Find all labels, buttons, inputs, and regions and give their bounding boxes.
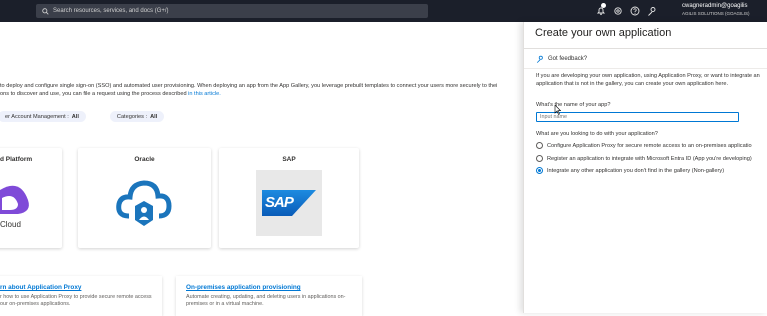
gallery-description: to deploy and configure single sign-on (…: [0, 82, 520, 98]
option-non-gallery[interactable]: Integrate any other application you don'…: [536, 167, 724, 174]
option-configure-app-proxy[interactable]: Configure Application Proxy for secure r…: [536, 142, 752, 149]
create-app-panel: Create your own application Got feedback…: [523, 22, 767, 313]
filter-categories[interactable]: Categories : All: [109, 111, 165, 122]
promo-title-link[interactable]: rn about Application Proxy: [0, 284, 81, 291]
radio-button-selected[interactable]: [536, 167, 543, 174]
option-label: Register an application to integrate wit…: [547, 155, 752, 162]
filter-label: er Account Management :: [5, 113, 69, 120]
option-label: Integrate any other application you don'…: [547, 167, 725, 174]
feedback-label: Got feedback?: [548, 56, 588, 62]
feedback-person-icon[interactable]: [647, 6, 657, 16]
mouse-cursor-icon: [554, 105, 561, 115]
account-organization: AGILIS SOLUTIONS (GOAGILIS): [682, 11, 750, 16]
gallery-card-cloud-platform[interactable]: d Platform Cloud: [0, 148, 62, 248]
option-label: Configure Application Proxy for secure r…: [547, 142, 752, 149]
cloud-logo-text: Cloud: [0, 220, 21, 229]
feedback-person-icon: [536, 55, 543, 63]
option-register-app[interactable]: Register an application to integrate wit…: [536, 155, 752, 162]
help-icon[interactable]: [630, 6, 640, 16]
description-line-1: to deploy and configure single sign-on (…: [0, 83, 498, 89]
filter-value: All: [150, 113, 158, 120]
panel-divider: [524, 68, 767, 69]
promo-title-link[interactable]: On-premises application provisioning: [186, 284, 301, 291]
gallery-card-oracle[interactable]: Oracle: [78, 148, 211, 248]
promo-text: premises or in a virtual machine.: [186, 301, 264, 307]
panel-title: Create your own application: [535, 27, 672, 39]
panel-divider: [524, 48, 767, 49]
top-navigation-bar: Search resources, services, and docs (G+…: [0, 0, 767, 22]
gallery-card-sap[interactable]: SAP SAP: [219, 148, 359, 248]
radio-button[interactable]: [536, 155, 543, 162]
filter-value: All: [71, 113, 79, 120]
search-icon: [42, 7, 49, 15]
sap-logo-text: SAP: [265, 194, 294, 211]
global-search-box[interactable]: Search resources, services, and docs (G+…: [36, 4, 428, 18]
filter-user-account-management[interactable]: er Account Management : All: [0, 111, 86, 122]
app-name-label: What's the name of your app?: [536, 102, 611, 108]
promo-text: Automate creating, updating, and deletin…: [186, 294, 346, 300]
sap-logo: SAP: [256, 170, 322, 236]
settings-gear-icon[interactable]: [613, 6, 623, 16]
search-placeholder: Search resources, services, and docs (G+…: [53, 8, 169, 14]
card-title: d Platform: [0, 156, 33, 163]
app-purpose-label: What are you looking to do with your app…: [536, 131, 658, 137]
promo-on-premises-provisioning: On-premises application provisioning Aut…: [176, 276, 362, 316]
promo-text: r how to use Application Proxy to provid…: [0, 294, 152, 300]
account-username: cwagneradmin@goagilis: [682, 3, 748, 9]
app-name-input[interactable]: [536, 112, 739, 122]
promo-text: our on-premises applications.: [0, 301, 71, 307]
promo-application-proxy: rn about Application Proxy r how to use …: [0, 276, 162, 316]
radio-button[interactable]: [536, 142, 543, 149]
oracle-cloud-logo: [111, 170, 177, 236]
filter-bar: er Account Management : All Categories :A…: [0, 111, 165, 123]
account-menu[interactable]: cwagneradmin@goagilis AGILIS SOLUTIONS (…: [682, 3, 767, 17]
card-title: Oracle: [134, 156, 155, 163]
cloud-platform-logo: Cloud: [0, 170, 52, 236]
panel-intro-text: If you are developing your own applicati…: [536, 73, 760, 87]
this-article-link[interactable]: in this article.: [188, 91, 221, 97]
description-line-2: ons to discover and use, you can file a …: [0, 91, 187, 97]
got-feedback-button[interactable]: Got feedback?: [536, 55, 587, 63]
notification-badge: [601, 3, 606, 8]
card-title: SAP: [282, 156, 296, 163]
filter-label: Categories :: [116, 113, 148, 120]
